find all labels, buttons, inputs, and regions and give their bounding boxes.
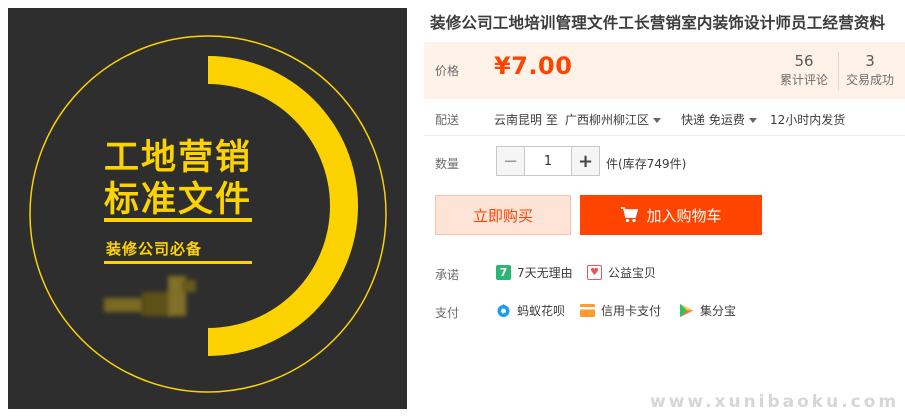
buy-now-button[interactable]: 立即购买 <box>435 195 571 235</box>
review-count: 56 <box>794 52 814 70</box>
quantity-stepper: − 1 + <box>496 146 600 176</box>
image-title-line1: 工地营销 <box>104 138 253 178</box>
shipping-from: 云南昆明 至 <box>494 113 558 127</box>
payment-jifenbao[interactable]: 集分宝 <box>679 302 736 319</box>
dispatch-time: 12小时内发货 <box>770 113 846 127</box>
product-main-image[interactable]: 工地营销 标准文件 装修公司必备 <box>8 8 407 409</box>
product-title: 装修公司工地培训管理文件工长营销室内装饰设计师员工经营资料 <box>430 14 886 32</box>
shipping-destination: 广西柳州柳江区 <box>565 113 650 127</box>
sales-count-stat[interactable]: 3 交易成功 <box>842 51 898 89</box>
add-to-cart-label: 加入购物车 <box>646 206 722 225</box>
divider <box>424 135 905 136</box>
watermark: www.xunibaoku.com <box>650 392 900 412</box>
review-count-label: 累计评论 <box>779 73 828 87</box>
price-box: 价格 ¥7.00 56 累计评论 3 交易成功 <box>424 42 905 99</box>
charity-heart-icon: ♥ <box>587 265 602 280</box>
review-count-stat[interactable]: 56 累计评论 <box>776 51 832 89</box>
chevron-down-icon <box>748 118 757 123</box>
quantity-label: 数量 <box>435 157 460 171</box>
price-label: 价格 <box>435 64 460 78</box>
image-title-line2: 标准文件 <box>104 180 253 220</box>
promise-label: 承诺 <box>435 268 460 282</box>
shipping-label: 配送 <box>435 113 460 127</box>
shipping-method-select[interactable]: 快递 免运费 <box>681 111 757 128</box>
image-subtitle-underline <box>104 261 252 264</box>
sales-count: 3 <box>865 52 875 70</box>
stat-divider <box>838 52 839 90</box>
shipping-destination-select[interactable]: 广西柳州柳江区 <box>565 111 662 128</box>
quantity-decrease-button[interactable]: − <box>497 147 524 175</box>
payment-item-label: 信用卡支付 <box>601 304 662 318</box>
sales-count-label: 交易成功 <box>845 73 894 87</box>
jifenbao-icon <box>679 303 694 318</box>
payment-item-label: 蚂蚁花呗 <box>517 304 566 318</box>
image-title-underline <box>104 218 252 222</box>
cart-icon <box>621 207 639 223</box>
blurred-logo <box>104 276 200 320</box>
payment-item-label: 集分宝 <box>700 304 737 318</box>
stock-info: 件(库存749件) <box>606 157 687 171</box>
price-value: ¥7.00 <box>494 52 573 80</box>
payment-huabei[interactable]: 蚂蚁花呗 <box>496 302 565 319</box>
chevron-down-icon <box>653 118 662 123</box>
promise-item-7days[interactable]: 7 7天无理由 <box>496 264 573 281</box>
quantity-increase-button[interactable]: + <box>572 147 599 175</box>
image-subtitle: 装修公司必备 <box>106 240 203 258</box>
payment-credit-card[interactable]: 信用卡支付 <box>580 302 661 319</box>
promise-item-charity[interactable]: ♥ 公益宝贝 <box>587 264 656 281</box>
promise-item-label: 7天无理由 <box>517 266 573 280</box>
huabei-icon <box>496 303 511 318</box>
shipping-method: 快递 免运费 <box>681 113 745 127</box>
add-to-cart-button[interactable]: 加入购物车 <box>580 195 762 235</box>
credit-card-icon <box>580 303 595 318</box>
promise-item-label: 公益宝贝 <box>608 266 657 280</box>
seven-days-icon: 7 <box>496 265 511 280</box>
quantity-input[interactable]: 1 <box>524 147 572 175</box>
payment-label: 支付 <box>435 306 460 320</box>
